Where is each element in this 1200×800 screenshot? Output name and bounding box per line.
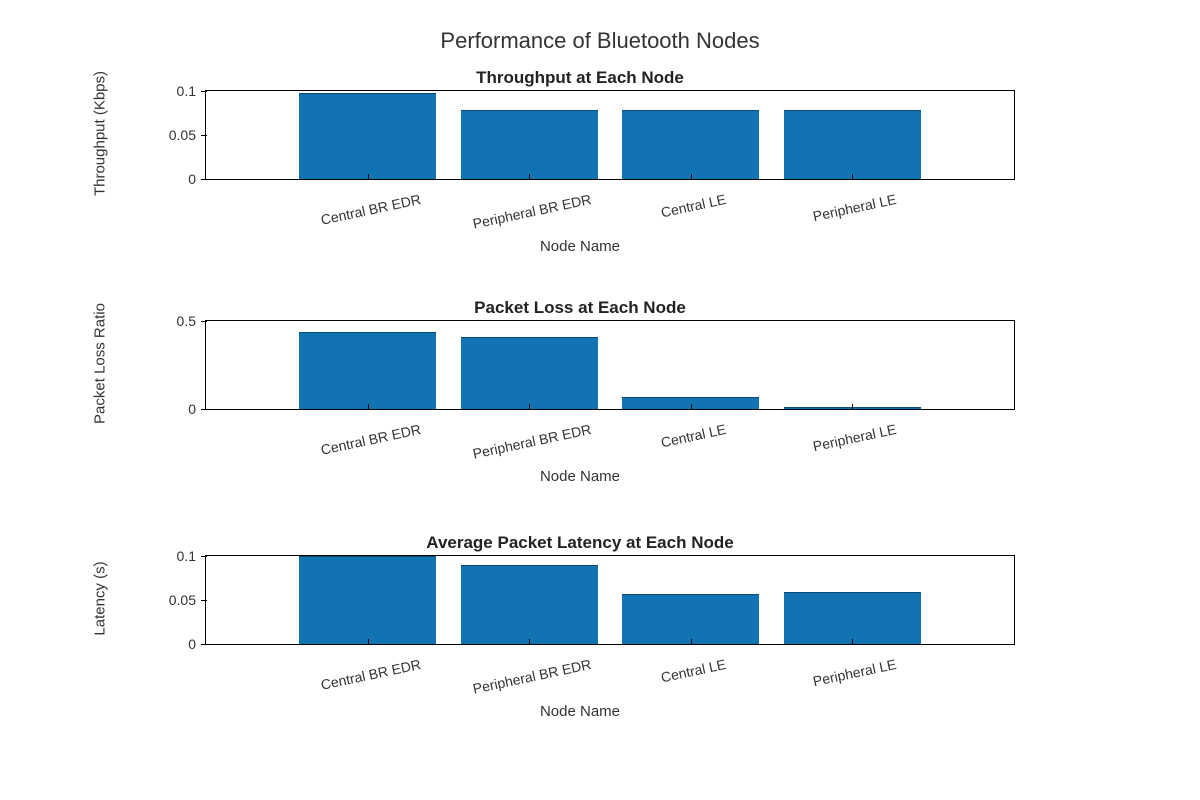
bar <box>461 337 598 409</box>
x-tick-label: Peripheral BR EDR <box>472 656 593 697</box>
x-tick-mark <box>691 639 692 645</box>
x-tick-label: Central LE <box>659 421 727 450</box>
subplot-1: Packet Loss at Each NodePacket Loss Rati… <box>145 320 1015 410</box>
x-tick-mark <box>529 639 530 645</box>
subplot-title: Average Packet Latency at Each Node <box>145 533 1015 553</box>
y-tick-label: 0.05 <box>169 592 206 608</box>
subplot-0: Throughput at Each NodeThroughput (Kbps)… <box>145 90 1015 180</box>
subplot-title: Packet Loss at Each Node <box>145 298 1015 318</box>
subplot-2: Average Packet Latency at Each NodeLaten… <box>145 555 1015 645</box>
y-tick-label: 0.1 <box>177 83 206 99</box>
x-axis-label: Node Name <box>145 703 1015 720</box>
x-tick-mark <box>691 174 692 180</box>
plot-area: 00.050.1Central BR EDRPeripheral BR EDRC… <box>205 90 1015 180</box>
x-tick-label: Central BR EDR <box>319 191 422 228</box>
bar <box>299 93 436 179</box>
x-tick-mark <box>691 404 692 410</box>
y-tick-label: 0.05 <box>169 127 206 143</box>
bar <box>622 594 759 644</box>
bar <box>299 332 436 409</box>
subplot-title: Throughput at Each Node <box>145 68 1015 88</box>
x-tick-label: Central LE <box>659 656 727 685</box>
x-tick-label: Central LE <box>659 191 727 220</box>
x-tick-label: Central BR EDR <box>319 421 422 458</box>
bar <box>299 556 436 644</box>
x-tick-mark <box>852 404 853 410</box>
y-axis-label: Latency (s) <box>92 534 109 664</box>
x-tick-mark <box>368 404 369 410</box>
bar <box>784 592 921 644</box>
plot-area: 00.050.1Central BR EDRPeripheral BR EDRC… <box>205 555 1015 645</box>
x-tick-mark <box>368 639 369 645</box>
bar <box>784 110 921 179</box>
bar <box>461 110 598 179</box>
x-tick-mark <box>529 404 530 410</box>
x-tick-mark <box>529 174 530 180</box>
plot-area: 00.5Central BR EDRPeripheral BR EDRCentr… <box>205 320 1015 410</box>
y-tick-label: 0.1 <box>177 548 206 564</box>
figure: Performance of Bluetooth Nodes Throughpu… <box>0 0 1200 800</box>
x-tick-label: Central BR EDR <box>319 656 422 693</box>
y-tick-label: 0 <box>188 171 206 187</box>
x-tick-label: Peripheral BR EDR <box>472 421 593 462</box>
bar <box>461 565 598 644</box>
x-tick-label: Peripheral BR EDR <box>472 191 593 232</box>
x-tick-label: Peripheral LE <box>812 656 898 689</box>
x-tick-mark <box>852 639 853 645</box>
y-tick-label: 0 <box>188 636 206 652</box>
y-axis-label: Packet Loss Ratio <box>92 299 109 429</box>
x-tick-label: Peripheral LE <box>812 191 898 224</box>
bar <box>622 110 759 179</box>
figure-title: Performance of Bluetooth Nodes <box>0 28 1200 54</box>
y-tick-label: 0.5 <box>177 313 206 329</box>
y-axis-label: Throughput (Kbps) <box>92 69 109 199</box>
x-tick-mark <box>368 174 369 180</box>
x-axis-label: Node Name <box>145 468 1015 485</box>
x-axis-label: Node Name <box>145 238 1015 255</box>
x-tick-mark <box>852 174 853 180</box>
x-tick-label: Peripheral LE <box>812 421 898 454</box>
y-tick-label: 0 <box>188 401 206 417</box>
